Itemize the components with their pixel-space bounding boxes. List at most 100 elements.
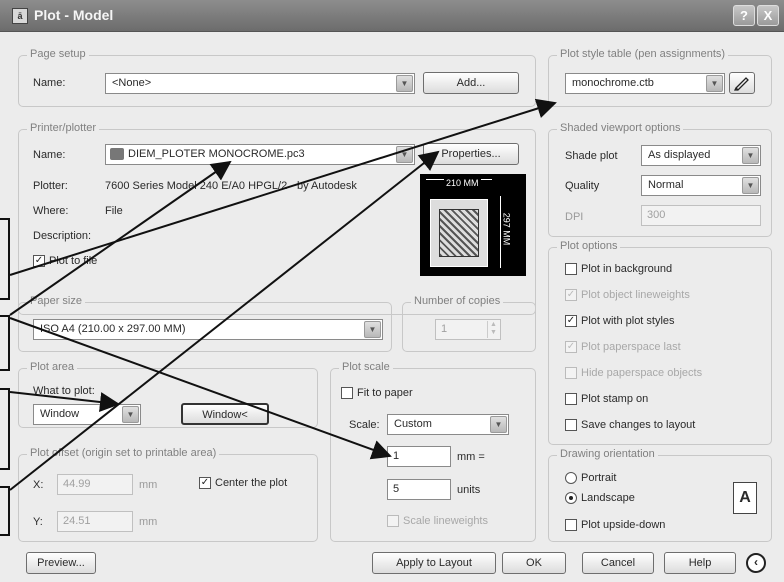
checkbox-box[interactable] bbox=[565, 367, 577, 379]
checkbox-box[interactable] bbox=[565, 393, 577, 405]
chevron-down-icon[interactable]: ▼ bbox=[490, 416, 507, 433]
quality-label: Quality bbox=[565, 180, 600, 192]
checkbox-box[interactable] bbox=[565, 263, 577, 275]
option-label: Plot paperspace last bbox=[581, 341, 681, 353]
offset-x-unit: mm bbox=[139, 479, 158, 491]
chevron-down-icon[interactable]: ▼ bbox=[122, 406, 139, 423]
paper-size-select[interactable]: ISO A4 (210.00 x 297.00 MM) ▼ bbox=[33, 319, 383, 340]
chevron-down-icon[interactable]: ▼ bbox=[396, 146, 413, 163]
scale-lineweights-checkbox[interactable]: Scale lineweights bbox=[387, 515, 488, 527]
plot-object-lineweights-checkbox[interactable]: ✓ Plot object lineweights bbox=[565, 289, 690, 301]
dpi-input[interactable]: 300 bbox=[641, 205, 761, 226]
orientation-letter: A bbox=[739, 489, 751, 506]
paper-size-value: ISO A4 (210.00 x 297.00 MM) bbox=[40, 323, 186, 335]
plot-in-background-checkbox[interactable]: Plot in background bbox=[565, 263, 672, 275]
radio-circle[interactable] bbox=[565, 492, 577, 504]
what-to-plot-select[interactable]: Window ▼ bbox=[33, 404, 141, 425]
add-button[interactable]: Add... bbox=[423, 72, 519, 94]
checkbox-box[interactable] bbox=[565, 419, 577, 431]
chevron-down-icon[interactable]: ▼ bbox=[706, 75, 723, 92]
quality-value: Normal bbox=[648, 179, 684, 191]
portrait-radio[interactable]: Portrait bbox=[565, 472, 616, 484]
preview-width-text: 210 MM bbox=[444, 178, 481, 188]
copies-value: 1 bbox=[441, 323, 448, 335]
checkbox-box[interactable]: ✓ bbox=[565, 341, 577, 353]
page-setup-group: Page setup Name: <None> ▼ Add... bbox=[18, 48, 536, 107]
offset-x-label: X: bbox=[33, 479, 44, 491]
page-setup-name-select[interactable]: <None> ▼ bbox=[105, 73, 415, 94]
chevron-down-icon[interactable]: ▼ bbox=[742, 177, 759, 194]
preview-button[interactable]: Preview... bbox=[26, 552, 96, 574]
printer-name-value: DIEM_PLOTER MONOCROME.pc3 bbox=[128, 148, 305, 160]
plot-upside-down-checkbox[interactable]: Plot upside-down bbox=[565, 519, 665, 531]
shade-plot-select[interactable]: As displayed ▼ bbox=[641, 145, 761, 166]
chevron-down-icon[interactable]: ▼ bbox=[396, 75, 413, 92]
plot-scale-label: Plot scale bbox=[339, 361, 393, 373]
quality-select[interactable]: Normal ▼ bbox=[641, 175, 761, 196]
style-table-group: Plot style table (pen assignments) monoc… bbox=[548, 48, 772, 107]
shade-plot-label: Shade plot bbox=[565, 150, 618, 162]
checkbox-box[interactable]: ✓ bbox=[565, 315, 577, 327]
checkbox-box[interactable]: ✓ bbox=[33, 255, 45, 267]
scale-select[interactable]: Custom ▼ bbox=[387, 414, 509, 435]
chevron-left-circle-icon[interactable]: ‹ bbox=[746, 553, 766, 573]
landscape-radio[interactable]: Landscape bbox=[565, 492, 635, 504]
properties-button[interactable]: Properties... bbox=[423, 143, 519, 165]
orientation-label: Drawing orientation bbox=[557, 448, 658, 460]
fit-to-paper-checkbox[interactable]: Fit to paper bbox=[341, 387, 413, 399]
paper-sheet bbox=[430, 199, 488, 267]
save-changes-to-layout-checkbox[interactable]: Save changes to layout bbox=[565, 419, 695, 431]
plot-stamp-on-checkbox[interactable]: Plot stamp on bbox=[565, 393, 648, 405]
plot-with-plot-styles-checkbox[interactable]: ✓ Plot with plot styles bbox=[565, 315, 675, 327]
copies-input[interactable]: 1 ▲ ▼ bbox=[435, 319, 501, 340]
scale-units-input[interactable]: 5 bbox=[387, 479, 451, 500]
pen-edit-icon[interactable] bbox=[729, 72, 755, 94]
page-setup-label: Page setup bbox=[27, 48, 89, 60]
plot-dialog: Page setup Name: <None> ▼ Add... Printer… bbox=[0, 32, 784, 582]
plot-paperspace-last-checkbox[interactable]: ✓ Plot paperspace last bbox=[565, 341, 681, 353]
chevron-down-icon[interactable]: ▼ bbox=[364, 321, 381, 338]
scale-value: Custom bbox=[394, 418, 432, 430]
radio-circle[interactable] bbox=[565, 472, 577, 484]
center-plot-checkbox[interactable]: ✓ Center the plot bbox=[199, 477, 287, 489]
plot-to-file-checkbox[interactable]: ✓ Plot to file bbox=[33, 255, 97, 267]
copies-group: Number of copies 1 ▲ ▼ bbox=[402, 295, 536, 352]
shaded-viewport-group: Shaded viewport options Shade plot As di… bbox=[548, 122, 772, 237]
checkbox-box[interactable]: ✓ bbox=[199, 477, 211, 489]
title-bar: ā Plot - Model ? X bbox=[0, 0, 784, 32]
spinner-icon[interactable]: ▲ ▼ bbox=[487, 321, 499, 338]
page-setup-name-value: <None> bbox=[112, 77, 152, 89]
style-table-select[interactable]: monochrome.ctb ▼ bbox=[565, 73, 725, 94]
orientation-group: Drawing orientation Portrait Landscape P… bbox=[548, 448, 772, 542]
where-value: File bbox=[105, 205, 123, 217]
portrait-label: Portrait bbox=[581, 472, 617, 484]
plot-area-group: Plot area What to plot: Window ▼ Window< bbox=[18, 361, 318, 428]
checkbox-box[interactable] bbox=[387, 515, 399, 527]
scale-mm-input[interactable]: 1 bbox=[387, 446, 451, 467]
cancel-button[interactable]: Cancel bbox=[582, 552, 654, 574]
help-button[interactable]: Help bbox=[664, 552, 736, 574]
offset-y-input[interactable]: 24.51 bbox=[57, 511, 133, 532]
paper-size-label: Paper size bbox=[27, 295, 85, 307]
checkbox-box[interactable] bbox=[565, 519, 577, 531]
printer-label: Printer/plotter bbox=[27, 122, 100, 134]
window-pick-button[interactable]: Window< bbox=[181, 403, 269, 425]
description-label: Description: bbox=[33, 230, 92, 242]
annotation-bracket bbox=[0, 486, 10, 536]
printer-name-select[interactable]: DIEM_PLOTER MONOCROME.pc3 ▼ bbox=[105, 144, 415, 165]
annotation-bracket bbox=[0, 218, 10, 300]
hide-paperspace-objects-checkbox[interactable]: Hide paperspace objects bbox=[565, 367, 702, 379]
landscape-label: Landscape bbox=[581, 492, 635, 504]
checkbox-box[interactable]: ✓ bbox=[565, 289, 577, 301]
checkbox-box[interactable] bbox=[341, 387, 353, 399]
what-to-plot-label: What to plot: bbox=[33, 385, 95, 397]
offset-x-input[interactable]: 44.99 bbox=[57, 474, 133, 495]
apply-to-layout-button[interactable]: Apply to Layout bbox=[372, 552, 496, 574]
scale-label: Scale: bbox=[349, 419, 380, 431]
help-icon[interactable]: ? bbox=[733, 5, 755, 26]
chevron-down-icon[interactable]: ▼ bbox=[742, 147, 759, 164]
plot-upside-down-label: Plot upside-down bbox=[581, 519, 666, 531]
close-icon[interactable]: X bbox=[757, 5, 779, 26]
ok-button[interactable]: OK bbox=[502, 552, 566, 574]
center-plot-label: Center the plot bbox=[215, 477, 288, 489]
